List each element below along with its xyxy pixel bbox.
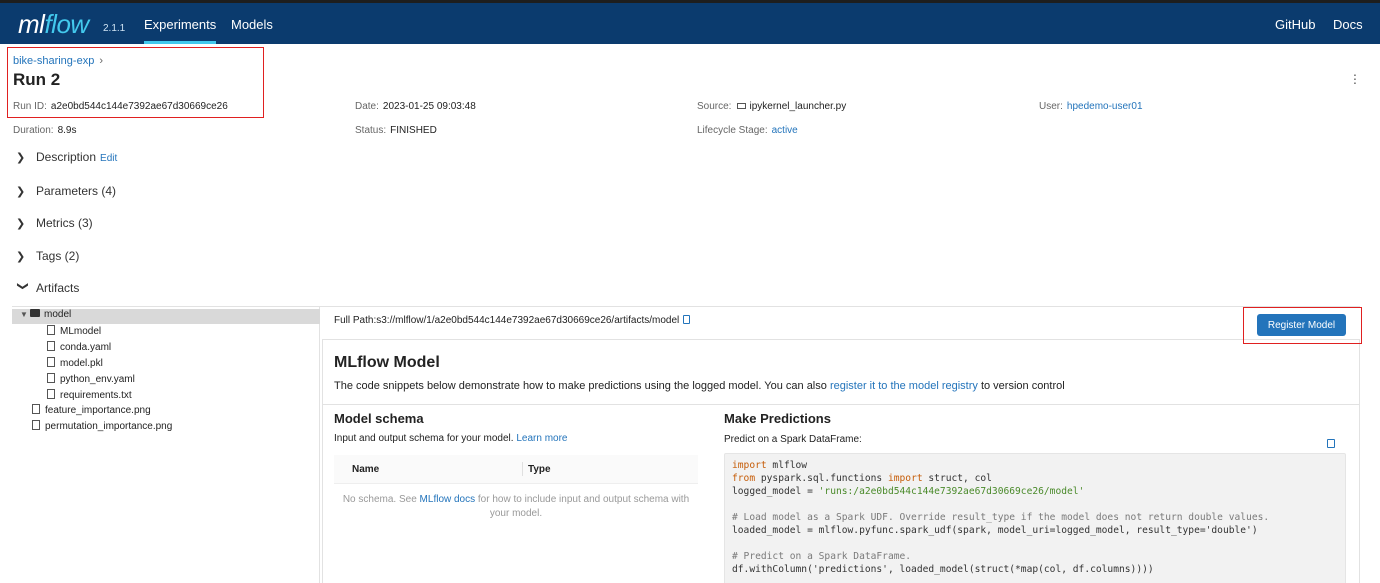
tree-item-mlmodel[interactable]: MLmodel <box>12 325 320 340</box>
model-schema-subtitle: Input and output schema for your model. … <box>334 433 568 444</box>
description-edit-link[interactable]: Edit <box>100 153 117 164</box>
status-field: Status: FINISHED <box>355 125 437 136</box>
chevron-right-icon: ❯ <box>16 186 26 198</box>
section-parameters[interactable]: ❯ Parameters (4) <box>16 184 116 198</box>
image-file-icon <box>32 404 40 414</box>
lifecycle-field: Lifecycle Stage: active <box>697 125 798 136</box>
file-icon <box>47 325 55 335</box>
more-options-icon[interactable]: · · · <box>1350 67 1360 89</box>
learn-more-link[interactable]: Learn more <box>516 433 567 444</box>
file-icon <box>47 373 55 383</box>
date-field: Date: 2023-01-25 09:03:48 <box>355 101 476 112</box>
column-name-header: Name <box>352 464 380 475</box>
make-predictions-panel: Make Predictions Predict on a Spark Data… <box>713 405 1359 583</box>
breadcrumb-experiment-link[interactable]: bike-sharing-exp <box>13 55 94 67</box>
full-path: Full Path:s3://mlflow/1/a2e0bd544c144e73… <box>334 315 691 326</box>
mlflow-model-card: MLflow Model The code snippets below dem… <box>322 339 1360 583</box>
tree-item-requirements[interactable]: requirements.txt <box>12 389 320 404</box>
user-link[interactable]: hpedemo-user01 <box>1067 101 1143 112</box>
breadcrumb: bike-sharing-exp › <box>13 55 103 67</box>
make-predictions-subtitle: Predict on a Spark DataFrame: <box>724 434 862 445</box>
top-navbar: mlflow 2.1.1 Experiments Models GitHub D… <box>0 0 1380 44</box>
version-label: 2.1.1 <box>103 23 126 34</box>
mlflow-logo[interactable]: mlflow <box>18 9 89 40</box>
source-field: Source: ipykernel_launcher.py <box>697 101 847 112</box>
laptop-icon <box>737 103 747 109</box>
chevron-right-icon: ❯ <box>16 218 26 230</box>
nav-docs[interactable]: Docs <box>1333 17 1363 32</box>
file-icon <box>47 389 55 399</box>
tree-item-conda[interactable]: conda.yaml <box>12 341 320 356</box>
no-schema-message: No schema. See MLflow docs for how to in… <box>342 494 690 519</box>
tree-item-feature-importance[interactable]: feature_importance.png <box>12 404 320 419</box>
nav-experiments[interactable]: Experiments <box>144 17 217 44</box>
mlflow-model-title: MLflow Model <box>334 354 440 371</box>
nav-github[interactable]: GitHub <box>1275 17 1315 32</box>
section-metrics[interactable]: ❯ Metrics (3) <box>16 216 93 230</box>
chevron-down-icon: ❯ <box>16 281 29 291</box>
mlflow-docs-link[interactable]: MLflow docs <box>420 494 476 505</box>
artifacts-panel: ▼ model MLmodel conda.yaml model.pkl pyth… <box>12 306 1360 583</box>
user-field: User: hpedemo-user01 <box>1039 101 1143 112</box>
make-predictions-title: Make Predictions <box>724 411 831 426</box>
column-divider <box>522 462 523 476</box>
code-snippet[interactable]: import mlflow from pyspark.sql.functions… <box>724 453 1346 583</box>
copy-code-icon[interactable] <box>1327 439 1335 448</box>
page-title: Run 2 <box>13 70 61 89</box>
tree-item-model-pkl[interactable]: model.pkl <box>12 357 320 372</box>
chevron-right-icon: ❯ <box>16 251 26 263</box>
image-file-icon <box>32 420 40 430</box>
chevron-right-icon: ❯ <box>16 152 26 164</box>
section-artifacts[interactable]: ❯ Artifacts <box>16 281 80 295</box>
run-id-field: Run ID: a2e0bd544c144e7392ae67d30669ce26 <box>13 101 228 112</box>
register-registry-link[interactable]: register it to the model registry <box>830 380 978 392</box>
schema-table-header: Name Type <box>334 455 698 484</box>
tree-item-python-env[interactable]: python_env.yaml <box>12 373 320 388</box>
artifact-tree: ▼ model MLmodel conda.yaml model.pkl pyth… <box>12 307 320 583</box>
tree-item-permutation-importance[interactable]: permutation_importance.png <box>12 420 320 435</box>
section-description[interactable]: ❯ Description Edit <box>16 150 117 164</box>
chevron-right-icon: › <box>99 55 103 67</box>
nav-models[interactable]: Models <box>231 17 273 32</box>
mlflow-model-description: The code snippets below demonstrate how … <box>334 380 1065 392</box>
duration-field: Duration: 8.9s <box>13 125 77 136</box>
tree-item-model[interactable]: ▼ model <box>12 309 320 324</box>
model-schema-title: Model schema <box>334 411 424 426</box>
file-icon <box>47 341 55 351</box>
model-schema-panel: Model schema Input and output schema for… <box>323 405 713 583</box>
copy-icon[interactable] <box>683 315 691 324</box>
column-type-header: Type <box>528 464 551 475</box>
folder-icon <box>30 309 40 317</box>
artifact-detail-pane: Full Path:s3://mlflow/1/a2e0bd544c144e73… <box>320 307 1360 583</box>
run-id-value: a2e0bd544c144e7392ae67d30669ce26 <box>50 101 228 112</box>
section-tags[interactable]: ❯ Tags (2) <box>16 249 79 263</box>
file-icon <box>47 357 55 367</box>
register-model-button[interactable]: Register Model <box>1257 314 1346 336</box>
caret-down-icon: ▼ <box>20 310 28 319</box>
